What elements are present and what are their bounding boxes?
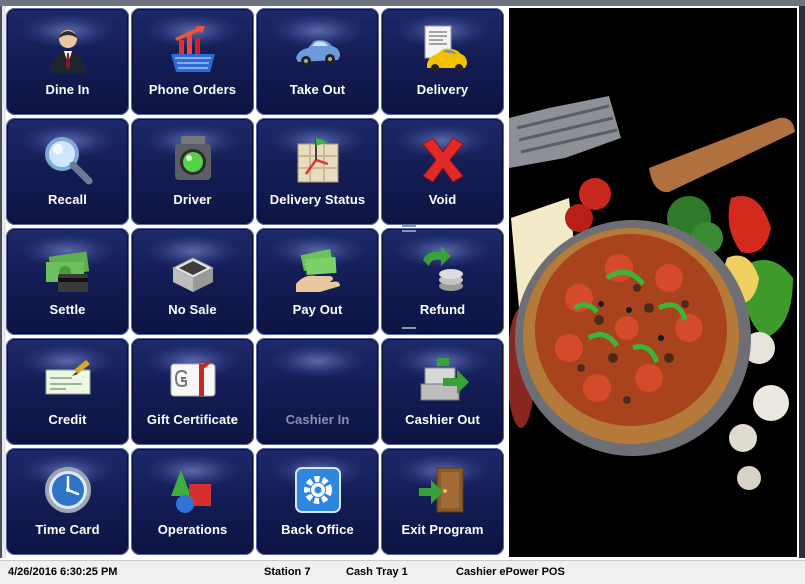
tile-label: No Sale [168,302,217,317]
tile-label: Delivery Status [269,192,366,207]
pizza-photo [509,8,797,557]
phone-orders-button[interactable]: Phone Orders [131,8,254,115]
operations-button[interactable]: Operations [131,448,254,555]
register-arrow-icon [417,354,469,406]
tile-label: Gift Certificate [146,412,239,427]
cash-card-icon [42,244,94,296]
pizza-illustration [509,8,797,557]
traffic-light-icon [167,134,219,186]
tile-label: Credit [48,412,87,427]
tile-label: Exit Program [401,522,484,537]
function-button-grid: Dine In Phone Orders Take Out Delivery R… [6,8,506,558]
tile-label: Driver [173,192,212,207]
shapes-icon [167,464,219,516]
tile-label: Settle [49,302,86,317]
no-sale-button[interactable]: No Sale [131,228,254,335]
status-datetime: 4/26/2016 6:30:25 PM [8,566,118,578]
coins-arrow-icon [417,244,469,296]
clock-icon [42,464,94,516]
dine-in-button[interactable]: Dine In [6,8,129,115]
tile-label: Refund [419,302,466,317]
tile-label: Cashier Out [405,412,480,427]
cash-drawer-icon [167,244,219,296]
delivery-status-button[interactable]: Delivery Status [256,118,379,225]
hand-money-icon [292,244,344,296]
exit-program-button[interactable]: Exit Program [381,448,504,555]
tile-label: Take Out [289,82,346,97]
cashier-out-button[interactable]: Cashier Out [381,338,504,445]
gift-card-icon [167,354,219,406]
tile-label: Operations [157,522,228,537]
taxi-document-icon [417,24,469,76]
window-top-strip [0,0,805,6]
status-station: Station 7 [264,566,311,578]
magnifier-icon [42,134,94,186]
time-card-button[interactable]: Time Card [6,448,129,555]
tile-label: Void [428,192,457,207]
pay-out-button[interactable]: Pay Out [256,228,379,335]
credit-button[interactable]: Credit [6,338,129,445]
back-office-button[interactable]: Back Office [256,448,379,555]
shopping-basket-chart-icon [167,24,219,76]
settings-gear-icon [292,464,344,516]
empty-icon-slot [292,354,344,406]
status-bar: 4/26/2016 6:30:25 PM Station 7 Cash Tray… [0,560,805,584]
gift-certificate-button[interactable]: Gift Certificate [131,338,254,445]
tile-label: Time Card [35,522,100,537]
red-x-icon [417,134,469,186]
driver-button[interactable]: Driver [131,118,254,225]
tile-label: Phone Orders [148,82,237,97]
exit-door-icon [417,464,469,516]
credit-slip-icon [42,354,94,406]
take-out-button[interactable]: Take Out [256,8,379,115]
tile-label: Dine In [45,82,90,97]
status-cash-tray: Cash Tray 1 [346,566,408,578]
map-flag-icon [292,134,344,186]
status-cashier: Cashier ePower POS [456,566,565,578]
businessman-icon [42,24,94,76]
tile-label: Cashier In [285,412,350,427]
grid-scroll-marks [402,222,416,342]
car-icon [292,24,344,76]
tile-label: Delivery [416,82,469,97]
void-button[interactable]: Void [381,118,504,225]
delivery-button[interactable]: Delivery [381,8,504,115]
tile-label: Pay Out [292,302,343,317]
recall-button[interactable]: Recall [6,118,129,225]
tile-label: Recall [48,192,87,207]
cashier-in-button[interactable]: Cashier In [256,338,379,445]
window-right-edge [799,6,805,558]
tile-label: Back Office [281,522,354,537]
refund-button[interactable]: Refund [381,228,504,335]
settle-button[interactable]: Settle [6,228,129,335]
